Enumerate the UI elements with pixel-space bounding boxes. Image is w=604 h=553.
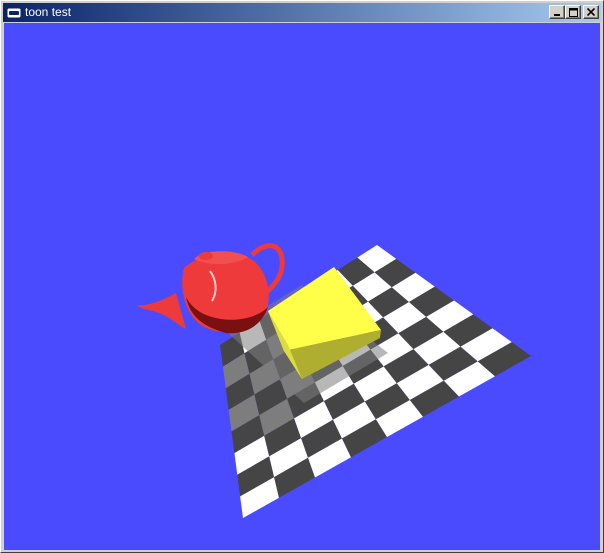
window-app-icon[interactable] — [6, 6, 22, 20]
window-controls — [549, 5, 599, 19]
minimize-button[interactable] — [549, 5, 565, 19]
render-viewport[interactable] — [4, 23, 600, 550]
red-teapot — [137, 243, 285, 334]
window-title: toon test — [25, 5, 72, 19]
minimize-icon — [554, 14, 560, 16]
scene-3d — [137, 243, 531, 518]
app-window: toon test — [0, 0, 604, 553]
maximize-icon — [568, 7, 578, 17]
close-icon — [587, 8, 595, 16]
close-button[interactable] — [583, 5, 599, 19]
maximize-button[interactable] — [565, 5, 581, 19]
title-bar[interactable]: toon test — [3, 3, 601, 22]
